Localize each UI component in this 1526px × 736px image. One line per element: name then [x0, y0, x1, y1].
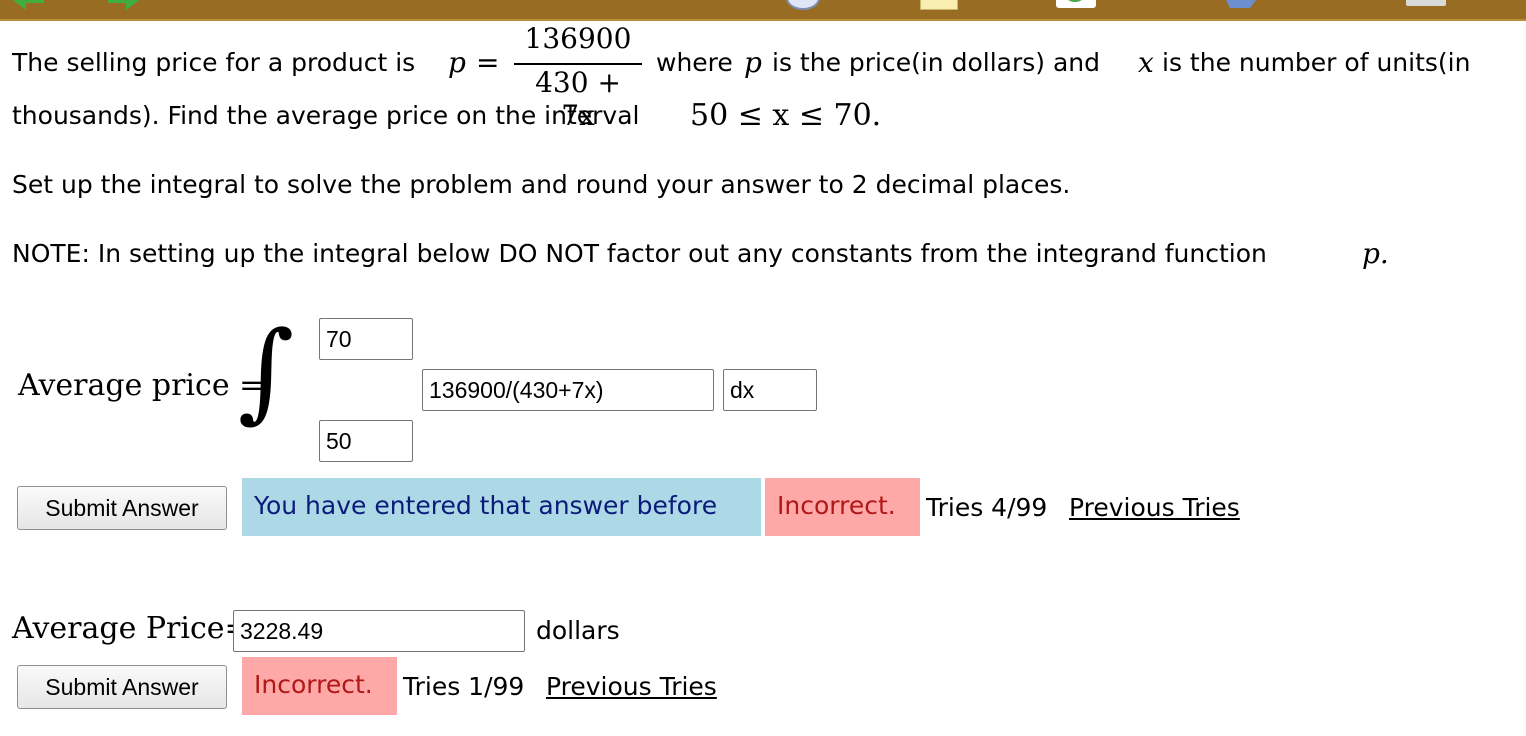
fraction-numerator: 136900: [524, 22, 632, 55]
previous-tries-link-1[interactable]: Previous Tries: [1069, 493, 1240, 522]
back-arrow-icon[interactable]: [10, 0, 44, 10]
equals-sign: =: [476, 46, 500, 79]
variable-x: x: [1138, 46, 1154, 79]
problem-text-units: is the number of units(in: [1162, 48, 1471, 77]
fraction-bar: [514, 63, 642, 65]
info-banner-entered-before: You have entered that answer before: [242, 478, 761, 536]
note-variable: p.: [1362, 237, 1389, 270]
submit-answer-button-1[interactable]: Submit Answer: [17, 486, 227, 530]
problem-text-where: where: [656, 48, 733, 77]
upper-limit-input[interactable]: [319, 318, 413, 360]
average-price-answer-label: Average Price=: [12, 611, 250, 646]
previous-tries-link-2[interactable]: Previous Tries: [546, 672, 717, 701]
status-icon[interactable]: [1056, 0, 1096, 8]
instruction-text: Set up the integral to solve the problem…: [12, 170, 1071, 199]
note-text: NOTE: In setting up the integral below D…: [12, 239, 1267, 268]
submit-answer-button-2[interactable]: Submit Answer: [17, 665, 227, 709]
average-price-input[interactable]: [233, 610, 525, 652]
lower-limit-input[interactable]: [319, 420, 413, 462]
variable-p: p: [448, 46, 466, 79]
top-toolbar: [0, 0, 1526, 21]
tools-icon[interactable]: [1222, 0, 1262, 8]
integrand-input[interactable]: [422, 369, 714, 411]
tries-count-2: Tries 1/99: [403, 672, 525, 701]
tries-count-1: Tries 4/99: [926, 493, 1048, 522]
forward-arrow-icon[interactable]: [108, 0, 142, 10]
note-icon[interactable]: [920, 0, 958, 10]
average-price-label: Average price =: [18, 368, 265, 403]
variable-p-2: p: [744, 46, 762, 79]
problem-text-price: is the price(in dollars) and: [772, 48, 1101, 77]
problem-text-line2: thousands). Find the average price on th…: [12, 101, 640, 130]
integral-sign: ∫: [238, 309, 295, 434]
unit-dollars: dollars: [536, 616, 620, 645]
incorrect-badge-2: Incorrect.: [242, 657, 397, 715]
help-circle-icon[interactable]: [786, 0, 820, 10]
problem-text-intro: The selling price for a product is: [12, 48, 416, 77]
differential-input[interactable]: [723, 369, 817, 411]
interval-expression: 50 ≤ x ≤ 70.: [690, 98, 882, 133]
incorrect-badge-1: Incorrect.: [765, 478, 920, 536]
print-icon[interactable]: [1406, 0, 1446, 6]
